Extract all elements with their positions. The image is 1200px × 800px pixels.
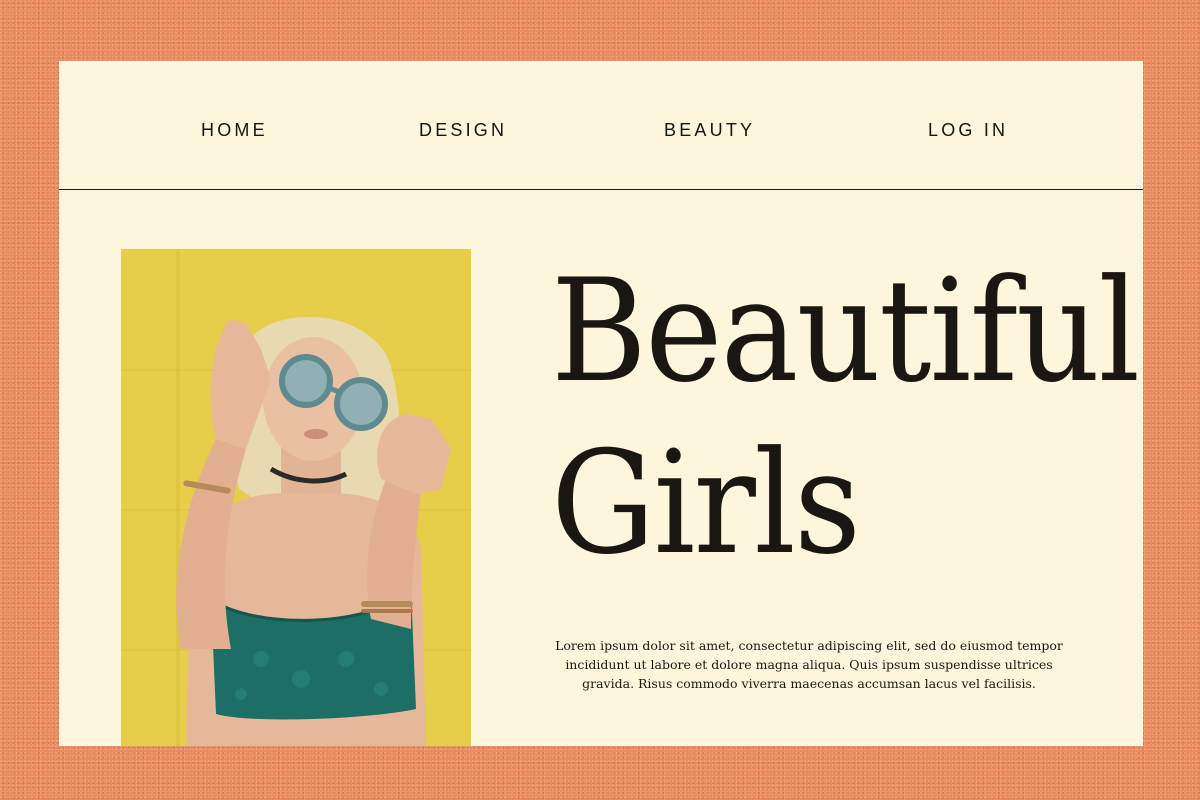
hero-title-line-1: Beautiful — [551, 249, 1140, 414]
hero-description: Lorem ipsum dolor sit amet, consectetur … — [555, 638, 1063, 691]
hero-photo-illustration — [121, 249, 471, 746]
nav-link-home[interactable]: HOME — [201, 120, 268, 141]
landing-page-card: HOME DESIGN BEAUTY LOG IN Beautiful Girl… — [59, 61, 1143, 746]
nav-link-design[interactable]: DESIGN — [419, 120, 507, 141]
nav-link-beauty[interactable]: BEAUTY — [664, 120, 755, 141]
hero-title-line-2: Girls — [551, 421, 861, 586]
hero-photo — [121, 249, 471, 746]
top-navigation: HOME DESIGN BEAUTY LOG IN — [59, 61, 1143, 190]
nav-link-login[interactable]: LOG IN — [928, 120, 1008, 141]
